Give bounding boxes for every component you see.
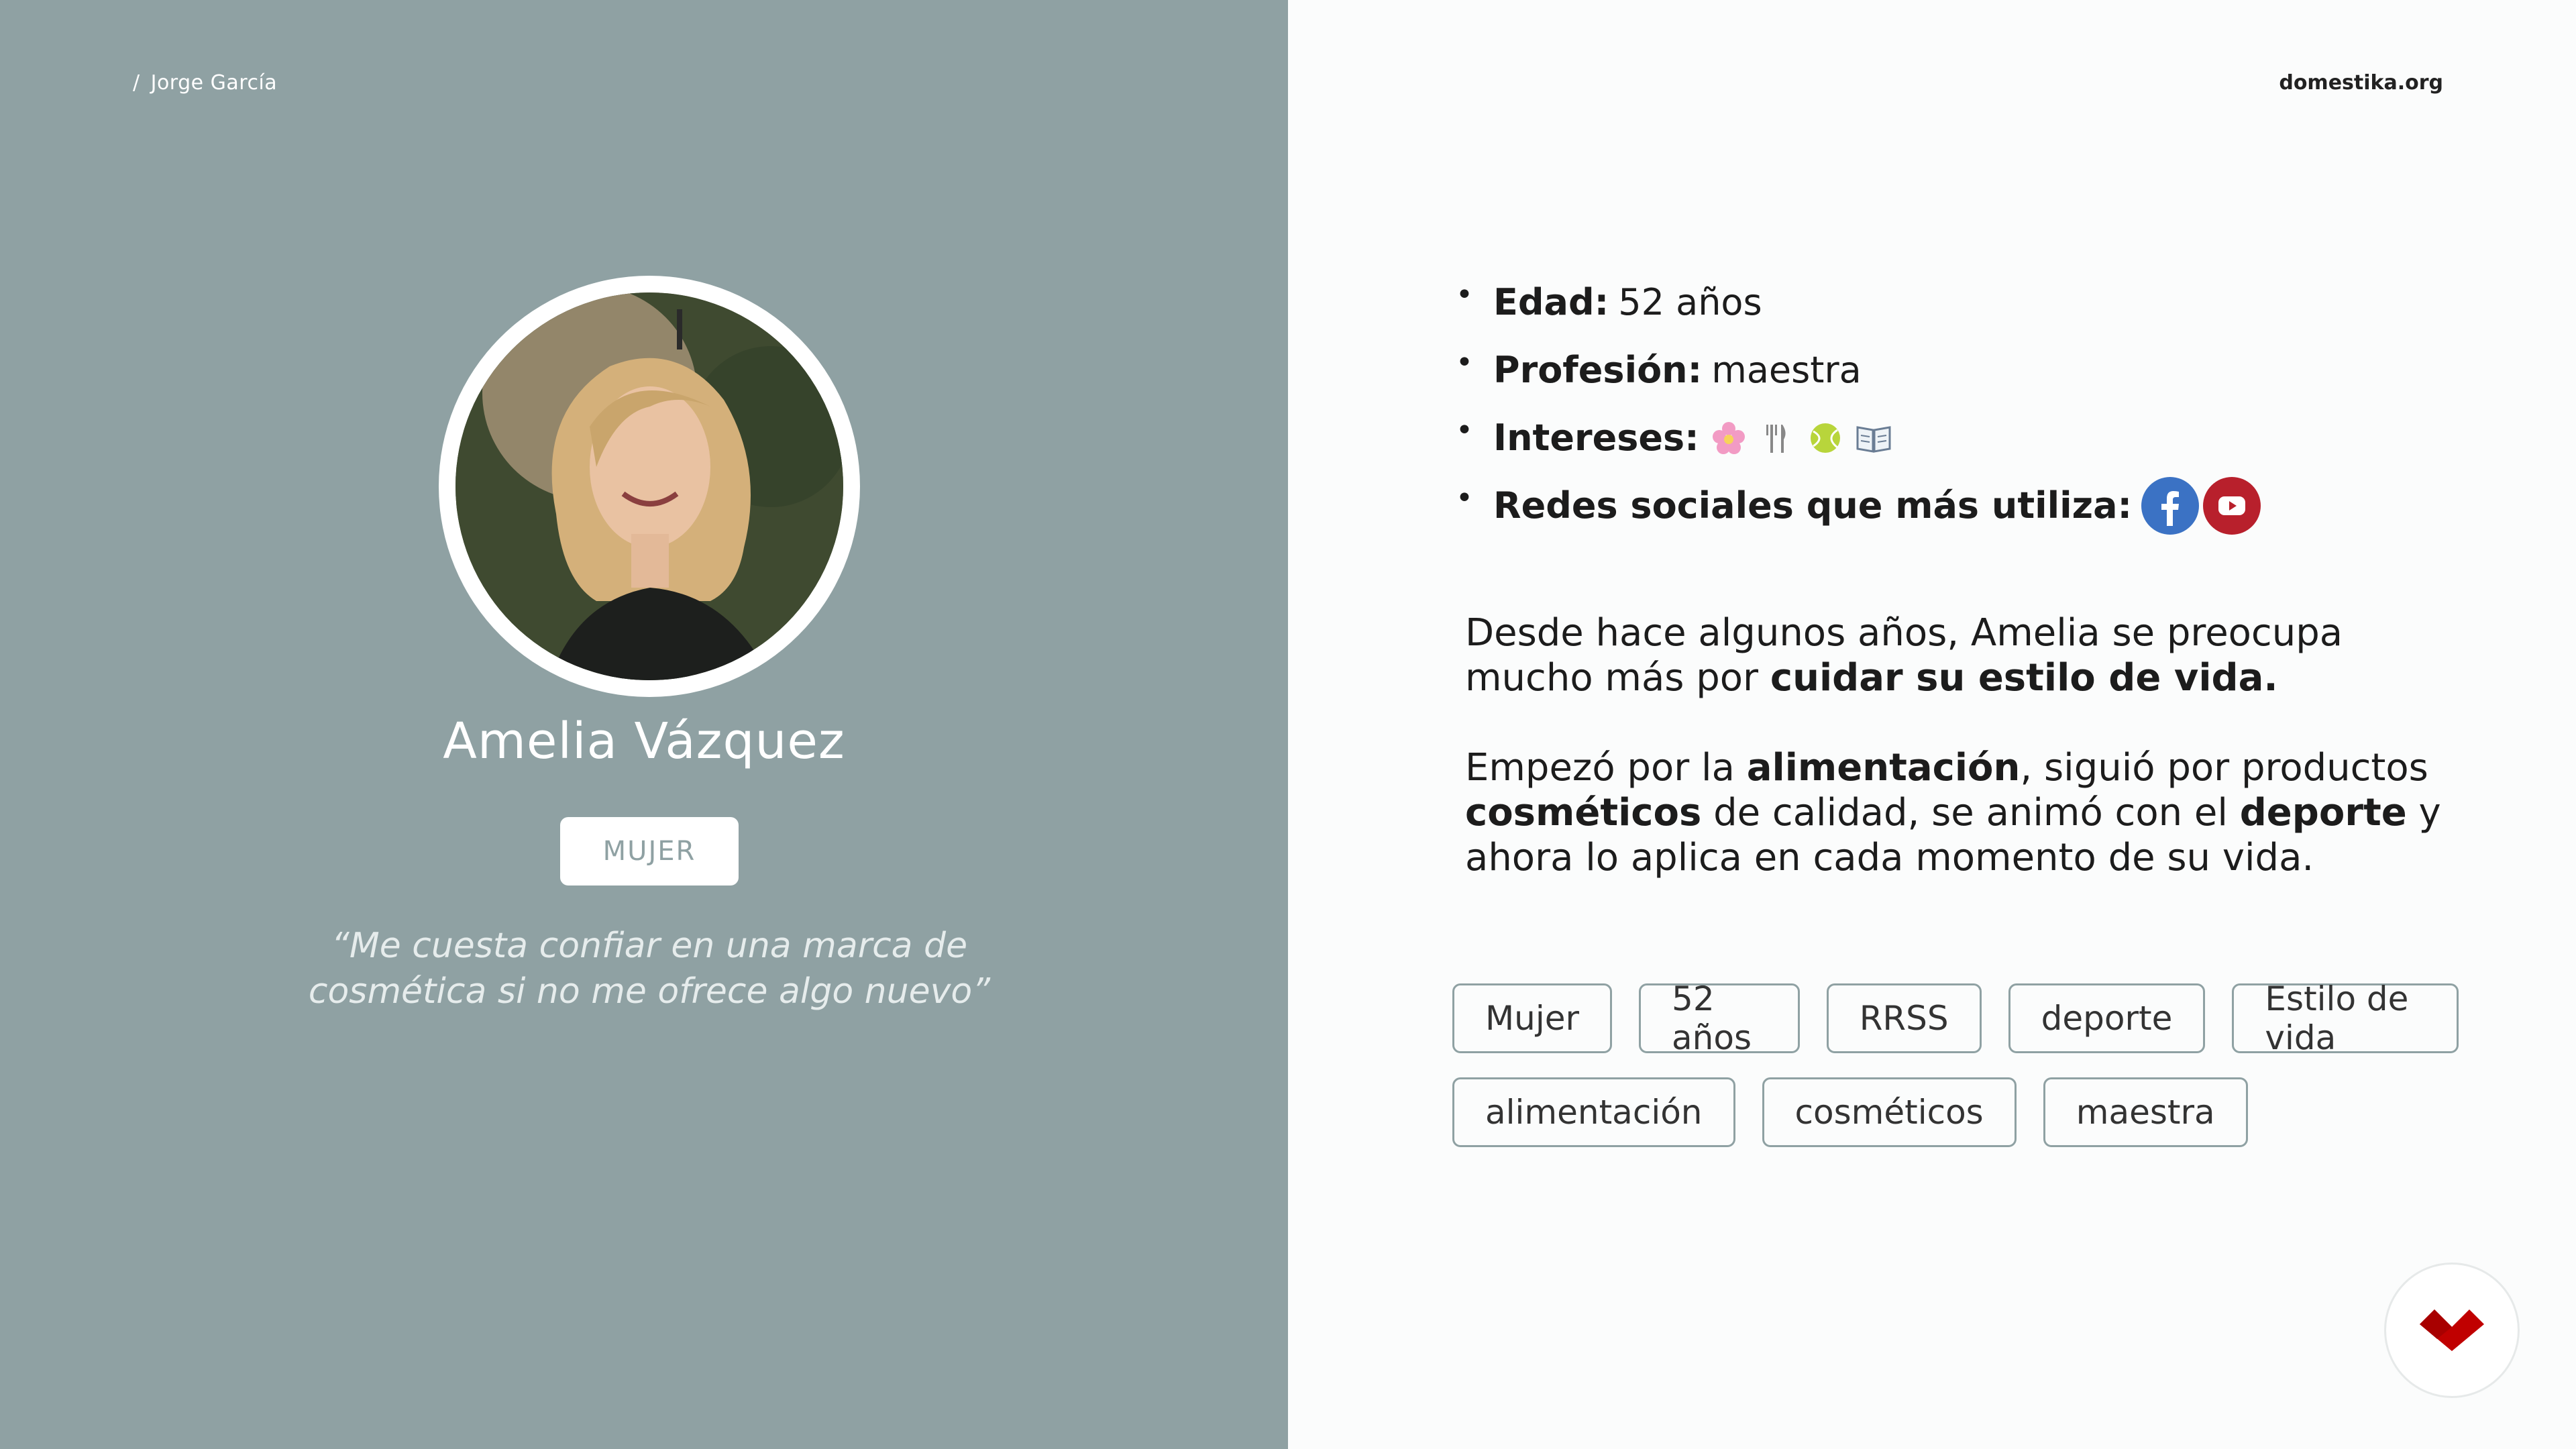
quote-line-1: “Me cuesta confiar en una marca de: [331, 926, 968, 966]
tag-list: Mujer 52 años RRSS deporte Estilo de vid…: [1452, 979, 2459, 1171]
tag-cosmeticos[interactable]: cosméticos: [1762, 1077, 2017, 1147]
portrait-illustration: [455, 292, 843, 680]
profile-photo: [455, 292, 843, 680]
tag-maestra[interactable]: maestra: [2043, 1077, 2248, 1147]
bio-text: , siguió por productos: [2020, 746, 2428, 790]
bio-highlight: deporte: [2239, 791, 2407, 835]
bio-text: de calidad, se animó con el: [1701, 791, 2240, 835]
fact-profession-label: Profesión:: [1493, 348, 1703, 391]
fact-social-label: Redes sociales que más utiliza:: [1493, 484, 2133, 527]
bio-paragraph-1: Desde hace algunos años, Amelia se preoc…: [1465, 610, 2471, 700]
fact-profession-value: maestra: [1711, 348, 1862, 391]
persona-quote: “Me cuesta confiar en una marca de cosmé…: [268, 923, 1030, 1014]
tag-estilo-de-vida[interactable]: Estilo de vida: [2232, 979, 2459, 1057]
fact-age-label: Edad:: [1493, 280, 1609, 323]
bio-highlight: alimentación: [1746, 746, 2021, 790]
persona-name: Amelia Vázquez: [443, 712, 845, 770]
book-icon: [1854, 418, 1894, 458]
persona-bio: Desde hace algunos años, Amelia se preoc…: [1465, 610, 2471, 925]
fact-age: Edad:52 años: [1456, 268, 2265, 336]
persona-facts: Edad:52 años Profesión:maestra Intereses…: [1456, 268, 2265, 539]
bio-paragraph-2: Empezó por la alimentación, siguió por p…: [1465, 745, 2471, 880]
tag-rrss[interactable]: RRSS: [1826, 983, 1982, 1053]
brand-link[interactable]: domestika.org: [2279, 71, 2443, 95]
breadcrumb[interactable]: / Jorge García: [133, 71, 277, 95]
tag-mujer[interactable]: Mujer: [1452, 983, 1613, 1053]
bio-text: Empezó por la: [1465, 746, 1747, 790]
tennis-ball-icon: [1805, 418, 1845, 458]
fact-social: Redes sociales que más utiliza:: [1456, 472, 2265, 539]
breadcrumb-separator: /: [133, 71, 140, 95]
domestika-logo-icon: [2420, 1309, 2484, 1351]
fact-age-value: 52 años: [1618, 280, 1762, 323]
left-panel: / Jorge García Amelia Vázquez MUJER “Me c…: [0, 0, 1288, 1449]
bio-highlight: cuidar su estilo de vida.: [1770, 656, 2278, 700]
youtube-icon[interactable]: [2203, 476, 2261, 535]
fork-knife-icon: [1757, 418, 1797, 458]
fact-profession: Profesión:maestra: [1456, 336, 2265, 404]
fact-interests: Intereses:: [1456, 404, 2265, 472]
tag-deporte[interactable]: deporte: [2008, 983, 2206, 1053]
tag-52-anos[interactable]: 52 años: [1639, 979, 1800, 1057]
tag-row-2: alimentación cosméticos maestra: [1452, 1077, 2459, 1147]
avatar: [439, 276, 860, 697]
author-name[interactable]: Jorge García: [151, 71, 278, 95]
gender-badge: MUJER: [560, 817, 739, 885]
facebook-icon[interactable]: [2141, 476, 2200, 535]
fact-interests-label: Intereses:: [1493, 416, 1699, 459]
bio-highlight: cosméticos: [1465, 791, 1702, 835]
tag-alimentacion[interactable]: alimentación: [1452, 1077, 1735, 1147]
flower-icon: [1709, 418, 1749, 458]
domestika-logo-button[interactable]: [2384, 1263, 2520, 1398]
quote-line-2: cosmética si no me ofrece algo nuevo”: [308, 971, 991, 1012]
tag-row-1: Mujer 52 años RRSS deporte Estilo de vid…: [1452, 979, 2459, 1057]
